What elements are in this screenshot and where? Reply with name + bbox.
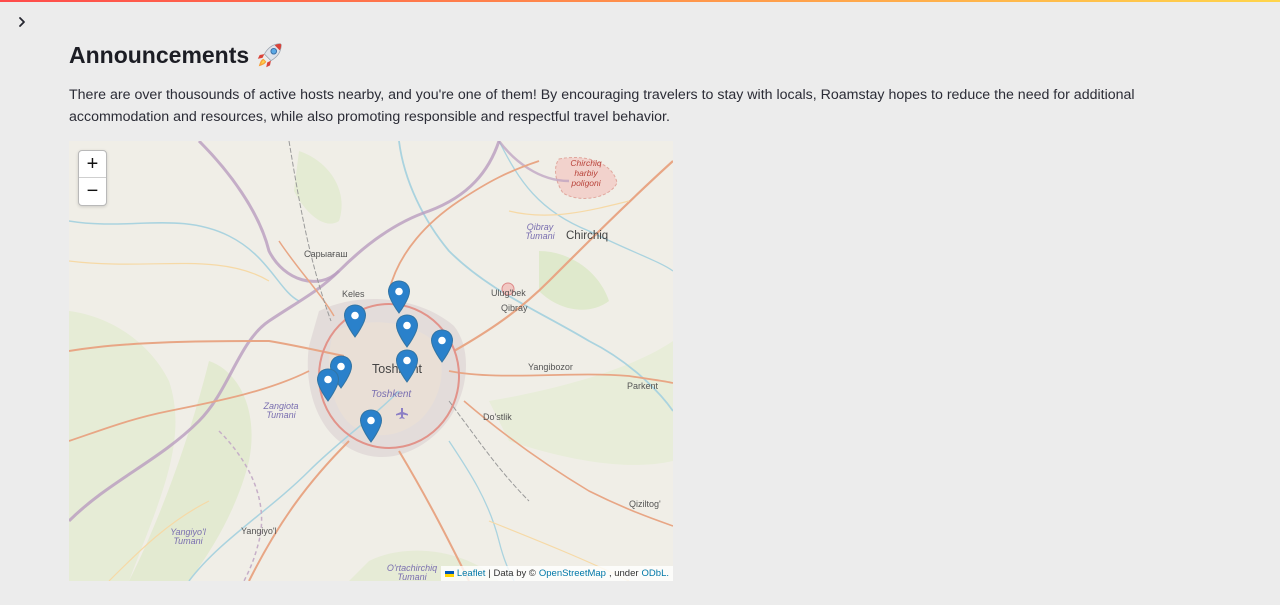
map-label-toshkent-district: Toshkent xyxy=(371,389,412,400)
map-label-yangibozor: Yangibozor xyxy=(528,362,573,372)
map-pin-icon xyxy=(343,304,367,338)
main-content: Announcements There are over thousounds … xyxy=(69,38,1229,128)
attribution-separator: | Data by © xyxy=(488,568,536,579)
zoom-out-button[interactable]: − xyxy=(79,178,106,204)
map-marker[interactable] xyxy=(387,280,411,314)
attribution-under: , under xyxy=(608,568,639,579)
sidebar-toggle-button[interactable] xyxy=(12,12,32,32)
map-label-ortachirchiq: O'rtachirchiq Tumani xyxy=(386,563,438,582)
map-label-qiziltog: Qiziltog' xyxy=(629,499,661,509)
page-title-text: Announcements xyxy=(69,41,250,68)
map-pin-icon xyxy=(395,314,419,348)
map-marker[interactable] xyxy=(316,368,340,402)
ukraine-flag-icon xyxy=(444,570,454,577)
map-label-yangiyol: Yangiyo'l xyxy=(241,526,277,536)
zoom-in-button[interactable]: + xyxy=(79,151,106,178)
map-label-parkent: Parkent xyxy=(627,381,659,391)
leaflet-link[interactable]: Leaflet xyxy=(457,568,486,579)
map-tiles xyxy=(69,141,673,581)
map-pin-icon xyxy=(359,409,383,443)
map-label-keles: Keles xyxy=(342,289,365,299)
map-label-sarygash: Сарыағаш xyxy=(304,249,348,259)
top-decoration-bar xyxy=(0,0,1280,2)
map-label-dostlik: Do'stlik xyxy=(483,412,512,422)
map-label-chirchiq: Chirchiq xyxy=(566,230,609,242)
openstreetmap-link[interactable]: OpenStreetMap xyxy=(539,568,606,579)
map-label-chirchiq-poligon: Chirchiq harbiy poligoni xyxy=(570,158,602,188)
map-label-qibray: Qibray xyxy=(501,303,528,313)
map-label-ulugbek: Ulug'bek xyxy=(491,288,526,298)
map-container[interactable]: Chirchiq harbiy poligoni Chirchiq Qibray… xyxy=(69,141,673,581)
announcement-description: There are over thousounds of active host… xyxy=(69,87,1135,125)
rocket-icon xyxy=(258,43,282,68)
map-marker[interactable] xyxy=(359,409,383,443)
map-pin-icon xyxy=(430,329,454,363)
chevron-right-icon xyxy=(19,17,25,27)
map-label-zangiota: Zangiota Tumani xyxy=(263,401,299,420)
zoom-control: + − xyxy=(78,150,107,206)
map-label-qibray-tumani: Qibray Tumani xyxy=(525,222,555,241)
map-label-yangiyol-tumani: Yangiyo'l Tumani xyxy=(170,527,206,546)
map-marker[interactable] xyxy=(395,349,419,383)
map-pin-icon xyxy=(387,280,411,314)
odbl-link[interactable]: ODbL. xyxy=(642,568,669,579)
map-marker[interactable] xyxy=(343,304,367,338)
map-marker[interactable] xyxy=(430,329,454,363)
map-pin-icon xyxy=(395,349,419,383)
map-attribution: Leaflet | Data by © OpenStreetMap, under… xyxy=(440,566,673,581)
map-marker[interactable] xyxy=(395,314,419,348)
map-pin-icon xyxy=(316,368,340,402)
page-title: Announcements xyxy=(69,38,1229,72)
